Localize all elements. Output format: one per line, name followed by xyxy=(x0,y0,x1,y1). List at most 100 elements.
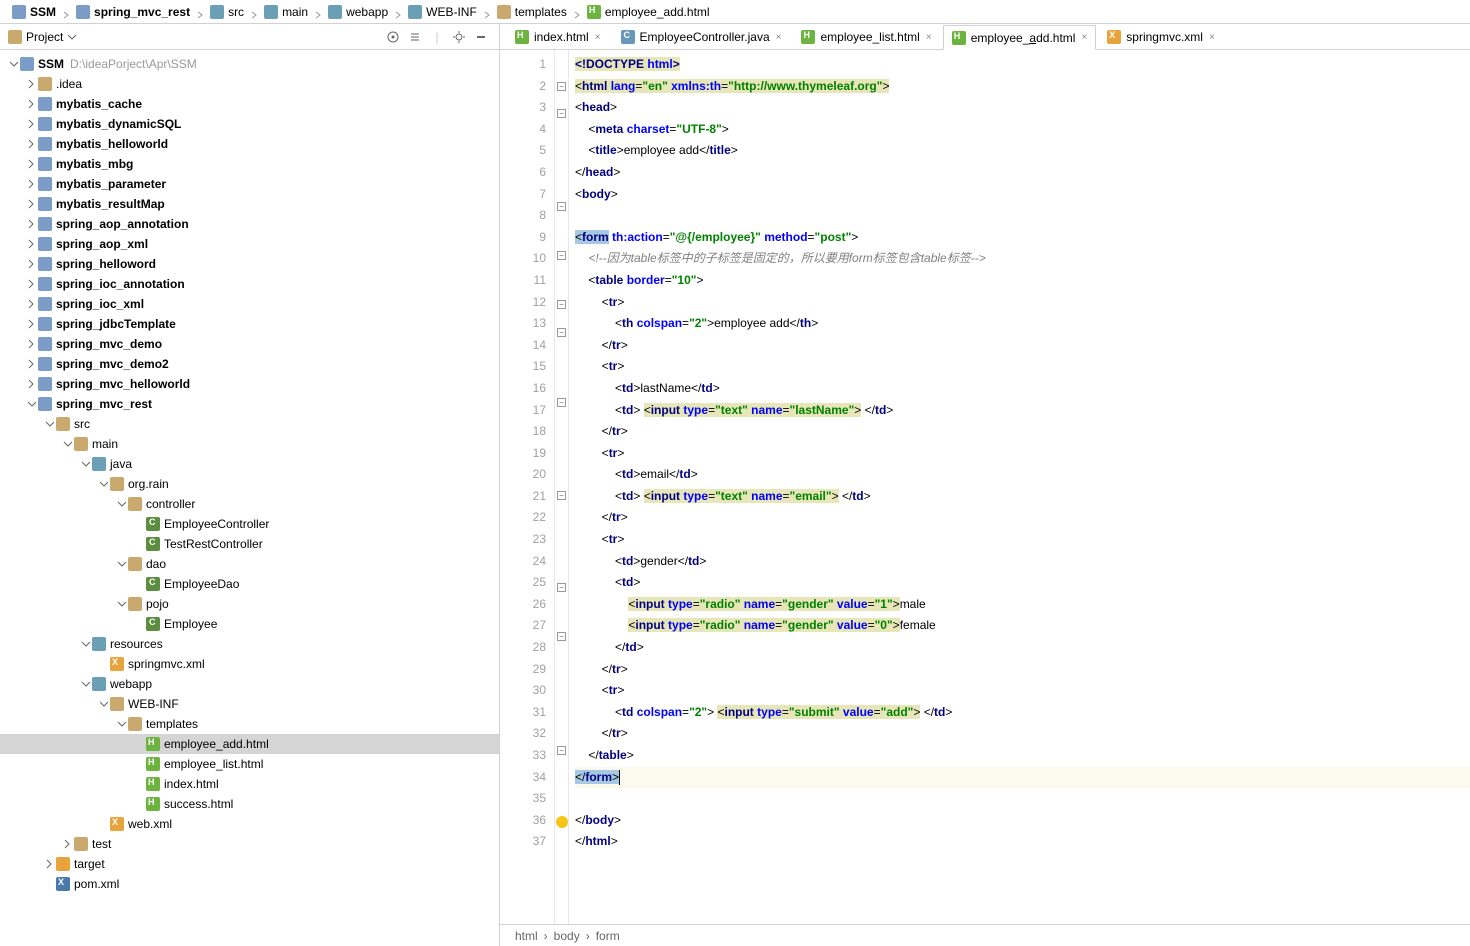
code-line[interactable]: <!--因为table标签中的子标签是固定的，所以要用form标签包含table… xyxy=(575,248,1470,270)
tree-node[interactable]: pojo xyxy=(0,594,499,614)
line-number[interactable]: 27 xyxy=(500,615,546,637)
locate-button[interactable] xyxy=(383,27,403,47)
tree-node[interactable]: mybatis_mbg xyxy=(0,154,499,174)
close-tab-icon[interactable]: × xyxy=(1081,32,1087,43)
expand-all-button[interactable] xyxy=(405,27,425,47)
code-line[interactable]: <tr> xyxy=(575,680,1470,702)
breadcrumb-item[interactable]: main xyxy=(260,0,312,23)
editor-tab[interactable]: employee_list.html× xyxy=(792,24,940,49)
fold-toggle[interactable]: − xyxy=(557,398,566,407)
hide-button[interactable] xyxy=(471,27,491,47)
code-line[interactable]: <td colspan="2"> <input type="submit" va… xyxy=(575,702,1470,724)
fold-toggle[interactable]: − xyxy=(557,746,566,755)
line-number[interactable]: 7 xyxy=(500,184,546,206)
code-line[interactable]: </html> xyxy=(575,831,1470,853)
line-number[interactable]: 14 xyxy=(500,335,546,357)
close-tab-icon[interactable]: × xyxy=(926,32,932,43)
tree-node[interactable]: target xyxy=(0,854,499,874)
tree-node[interactable]: success.html xyxy=(0,794,499,814)
tree-node[interactable]: test xyxy=(0,834,499,854)
line-number[interactable]: 10 xyxy=(500,248,546,270)
status-crumb[interactable]: form xyxy=(596,929,620,943)
line-number[interactable]: 33 xyxy=(500,745,546,767)
code-line[interactable]: <td> <input type="text" name="email"> </… xyxy=(575,486,1470,508)
tree-node[interactable]: mybatis_dynamicSQL xyxy=(0,114,499,134)
line-number[interactable]: 37 xyxy=(500,831,546,853)
code-line[interactable]: </tr> xyxy=(575,507,1470,529)
code-line[interactable]: <tr> xyxy=(575,529,1470,551)
project-tree[interactable]: SSMD:\ideaPorject\Apr\SSM.ideamybatis_ca… xyxy=(0,50,499,946)
tree-node[interactable]: springmvc.xml xyxy=(0,654,499,674)
tree-node[interactable]: web.xml xyxy=(0,814,499,834)
code-line[interactable]: <form th:action="@{/employee}" method="p… xyxy=(575,227,1470,249)
code-line[interactable]: </head> xyxy=(575,162,1470,184)
code-line[interactable]: <meta charset="UTF-8"> xyxy=(575,119,1470,141)
tree-node[interactable]: spring_ioc_annotation xyxy=(0,274,499,294)
code-line[interactable]: </form> xyxy=(575,767,1470,789)
line-number[interactable]: 13 xyxy=(500,313,546,335)
code-line[interactable]: <input type="radio" name="gender" value=… xyxy=(575,594,1470,616)
fold-toggle[interactable]: − xyxy=(557,300,566,309)
line-number[interactable]: 11 xyxy=(500,270,546,292)
code-line[interactable]: <table border="10"> xyxy=(575,270,1470,292)
code-line[interactable]: </tr> xyxy=(575,723,1470,745)
tree-node[interactable]: spring_aop_xml xyxy=(0,234,499,254)
line-number[interactable]: 26 xyxy=(500,594,546,616)
code-line[interactable]: <body> xyxy=(575,184,1470,206)
status-crumb[interactable]: html xyxy=(515,929,538,943)
tree-node[interactable]: SSMD:\ideaPorject\Apr\SSM xyxy=(0,54,499,74)
code-line[interactable]: <input type="radio" name="gender" value=… xyxy=(575,615,1470,637)
line-number[interactable]: 2 xyxy=(500,76,546,98)
code-line[interactable]: </tr> xyxy=(575,421,1470,443)
tree-node[interactable]: org.rain xyxy=(0,474,499,494)
code-line[interactable]: </body> xyxy=(575,810,1470,832)
code-line[interactable] xyxy=(575,205,1470,227)
fold-toggle[interactable]: − xyxy=(557,109,566,118)
tree-node[interactable]: mybatis_parameter xyxy=(0,174,499,194)
line-number[interactable]: 5 xyxy=(500,140,546,162)
code-line[interactable]: <tr> xyxy=(575,443,1470,465)
code-line[interactable]: <td> <input type="text" name="lastName">… xyxy=(575,400,1470,422)
tree-node[interactable]: pom.xml xyxy=(0,874,499,894)
tree-node[interactable]: spring_mvc_demo xyxy=(0,334,499,354)
line-number[interactable]: 21 xyxy=(500,486,546,508)
code-line[interactable]: </td> xyxy=(575,637,1470,659)
editor-tab[interactable]: index.html× xyxy=(506,24,610,49)
line-gutter[interactable]: 1234567891011121314151617181920212223242… xyxy=(500,50,555,924)
intention-bulb-icon[interactable] xyxy=(556,816,568,828)
tree-node[interactable]: templates xyxy=(0,714,499,734)
tree-node[interactable]: mybatis_helloworld xyxy=(0,134,499,154)
code-line[interactable]: <td>gender</td> xyxy=(575,551,1470,573)
tree-node[interactable]: employee_list.html xyxy=(0,754,499,774)
editor-tab[interactable]: springmvc.xml× xyxy=(1098,24,1224,49)
fold-toggle[interactable]: − xyxy=(557,491,566,500)
status-crumb[interactable]: body xyxy=(554,929,580,943)
code-line[interactable]: </table> xyxy=(575,745,1470,767)
fold-toggle[interactable]: − xyxy=(557,632,566,641)
tree-node[interactable]: java xyxy=(0,454,499,474)
line-number[interactable]: 25 xyxy=(500,572,546,594)
tree-node[interactable]: spring_mvc_helloworld xyxy=(0,374,499,394)
tree-node[interactable]: TestRestController xyxy=(0,534,499,554)
close-tab-icon[interactable]: × xyxy=(1209,32,1215,43)
tree-node[interactable]: EmployeeController xyxy=(0,514,499,534)
project-label[interactable]: Project xyxy=(26,30,63,44)
tree-node[interactable]: WEB-INF xyxy=(0,694,499,714)
line-number[interactable]: 4 xyxy=(500,119,546,141)
code-line[interactable]: </tr> xyxy=(575,335,1470,357)
line-number[interactable]: 23 xyxy=(500,529,546,551)
code-line[interactable]: <td>lastName</td> xyxy=(575,378,1470,400)
tree-node[interactable]: spring_mvc_rest xyxy=(0,394,499,414)
tree-node[interactable]: Employee xyxy=(0,614,499,634)
breadcrumb-item[interactable]: SSM xyxy=(8,0,60,23)
fold-toggle[interactable]: − xyxy=(557,202,566,211)
tree-node[interactable]: spring_mvc_demo2 xyxy=(0,354,499,374)
line-number[interactable]: 19 xyxy=(500,443,546,465)
fold-column[interactable]: −−−−−−−−−−− xyxy=(555,50,569,924)
line-number[interactable]: 8 xyxy=(500,205,546,227)
close-tab-icon[interactable]: × xyxy=(595,32,601,43)
line-number[interactable]: 20 xyxy=(500,464,546,486)
code-line[interactable]: </tr> xyxy=(575,659,1470,681)
tree-node[interactable]: main xyxy=(0,434,499,454)
breadcrumb-item[interactable]: webapp xyxy=(324,0,392,23)
